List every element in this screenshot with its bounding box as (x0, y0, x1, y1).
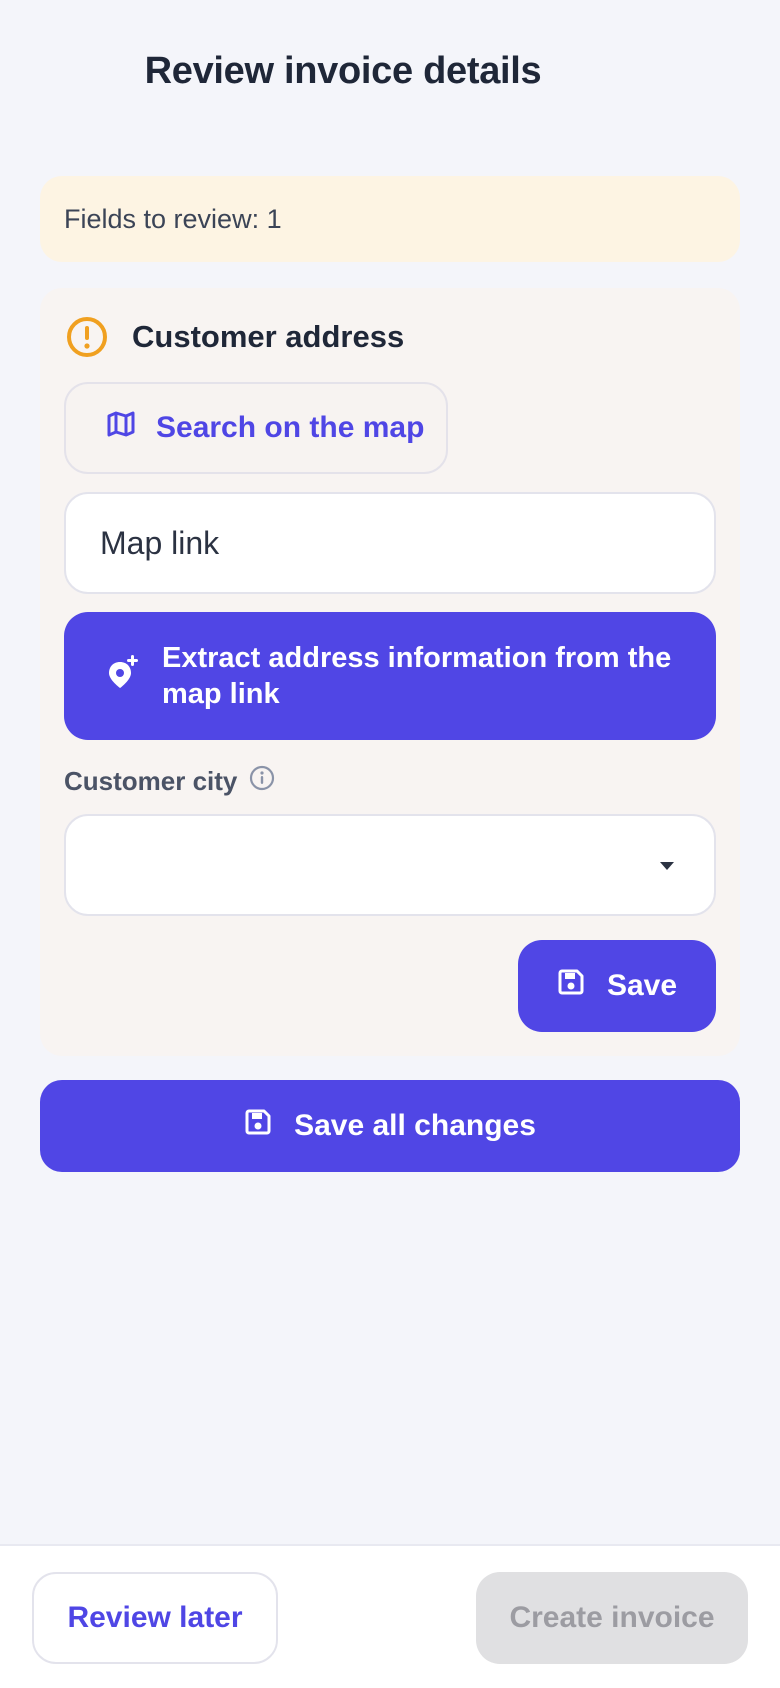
extract-address-button[interactable]: Extract address information from the map… (64, 612, 716, 740)
map-pin-plus-icon (106, 654, 140, 699)
caret-down-icon (660, 862, 674, 870)
floppy-disk-icon (244, 1108, 294, 1144)
floppy-disk-icon (557, 968, 607, 1004)
card-header: Customer address (66, 314, 404, 360)
map-icon (106, 409, 156, 447)
save-all-changes-button[interactable]: Save all changes (40, 1080, 740, 1172)
map-link-input[interactable] (64, 492, 716, 594)
review-later-button[interactable]: Review later (32, 1572, 278, 1664)
extract-address-label: Extract address information from the map… (162, 642, 672, 710)
page-title: Review invoice details (144, 50, 542, 92)
save-label: Save (606, 969, 678, 1002)
customer-city-label: Customer city (64, 764, 275, 798)
create-invoice-label: Create invoice (509, 1601, 715, 1634)
card-title: Customer address (132, 319, 405, 354)
save-button[interactable]: Save (518, 940, 716, 1032)
create-invoice-button[interactable]: Create invoice (476, 1572, 748, 1664)
fields-to-review-notice: Fields to review: 1 (40, 176, 740, 262)
warning-icon (66, 316, 108, 358)
search-on-map-button[interactable]: Search on the map (64, 382, 448, 474)
info-icon[interactable] (249, 765, 275, 798)
review-later-label: Review later (67, 1601, 243, 1634)
save-all-changes-label: Save all changes (294, 1109, 536, 1142)
footer-action-bar: Review later Create invoice (0, 1544, 780, 1688)
notice-text: Fields to review: 1 (64, 203, 282, 234)
review-invoice-page: Review invoice details Fields to review:… (0, 0, 780, 1688)
customer-address-card: Customer address Search on the map Map l… (40, 288, 740, 1056)
customer-city-select[interactable] (64, 814, 716, 916)
customer-city-label-text: Customer city (64, 765, 238, 796)
search-on-map-label: Search on the map (156, 411, 425, 444)
